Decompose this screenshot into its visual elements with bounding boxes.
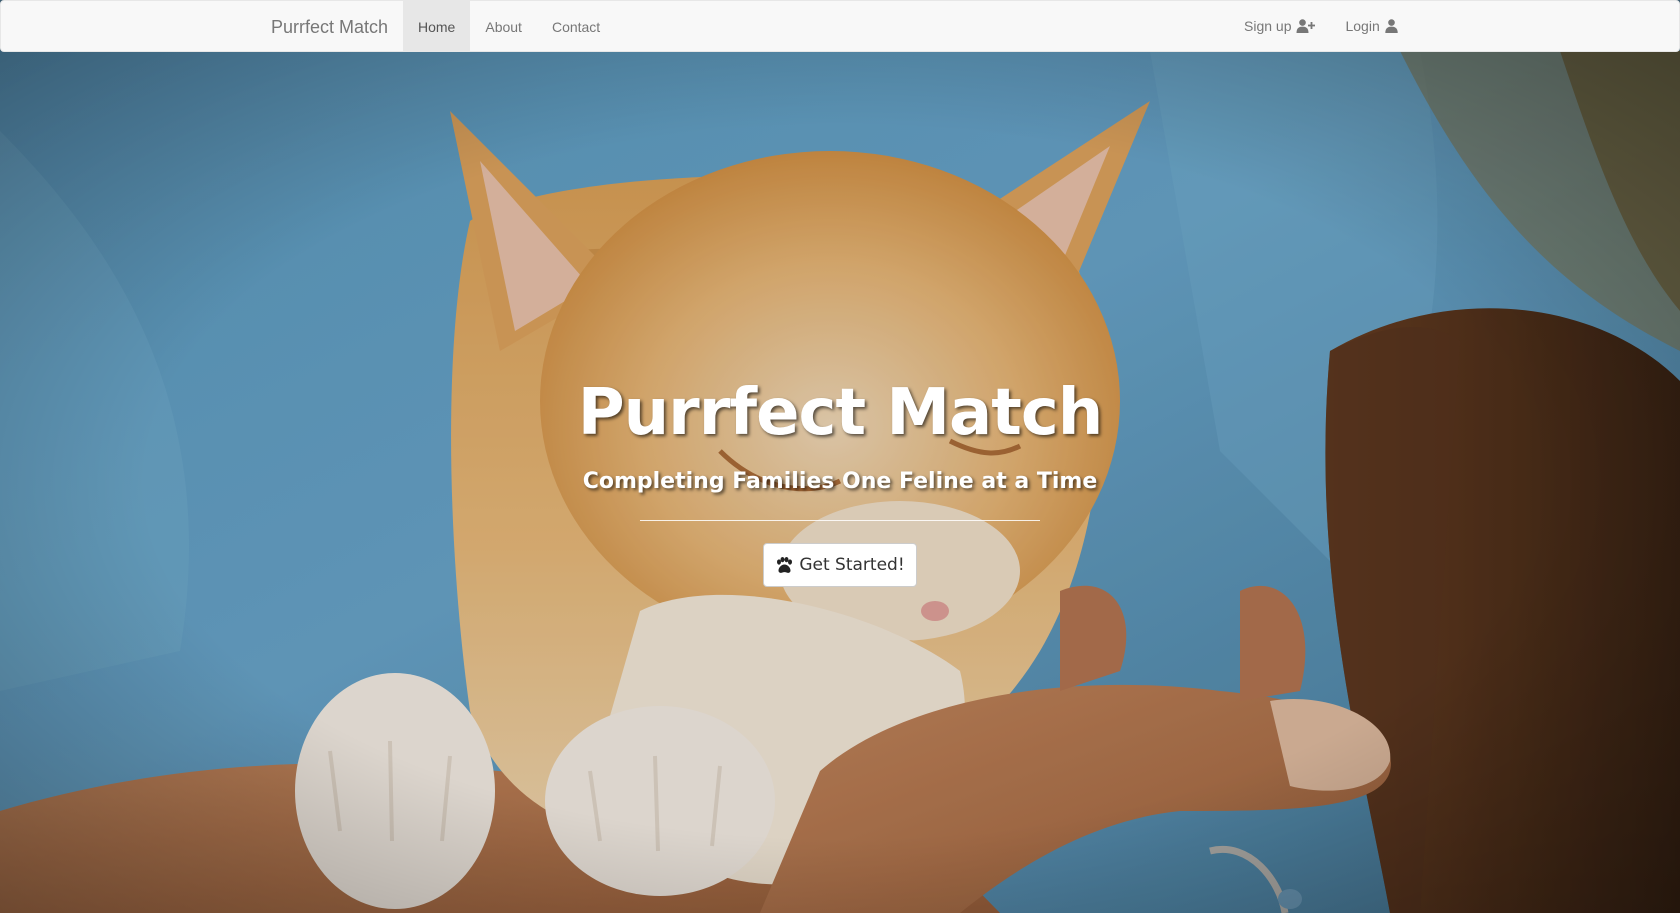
hero-divider [640, 520, 1040, 521]
user-plus-icon [1296, 19, 1316, 33]
hero-content: Purrfect Match Completing Families One F… [0, 51, 1680, 913]
nav-link-contact[interactable]: Contact [537, 1, 615, 51]
login-label: Login [1345, 18, 1380, 34]
nav-auth-links: Sign up Login [1229, 1, 1413, 51]
hero-title: Purrfect Match [577, 376, 1104, 450]
nav-links: Home About Contact [403, 1, 615, 51]
nav-link-about[interactable]: About [470, 1, 537, 51]
navbar-brand[interactable]: Purrfect Match [271, 1, 388, 51]
hero-subtitle: Completing Families One Feline at a Time [582, 469, 1098, 494]
get-started-label: Get Started! [799, 555, 905, 575]
hero-section: Purrfect Match Completing Families One F… [0, 51, 1680, 913]
paw-icon [777, 556, 793, 573]
get-started-button[interactable]: Get Started! [763, 543, 917, 587]
user-icon [1385, 19, 1398, 33]
navbar: Purrfect Match Home About Contact Sign u… [0, 0, 1680, 52]
signup-label: Sign up [1244, 18, 1292, 34]
nav-link-home[interactable]: Home [403, 1, 471, 51]
login-link[interactable]: Login [1330, 1, 1412, 51]
signup-link[interactable]: Sign up [1229, 1, 1330, 51]
